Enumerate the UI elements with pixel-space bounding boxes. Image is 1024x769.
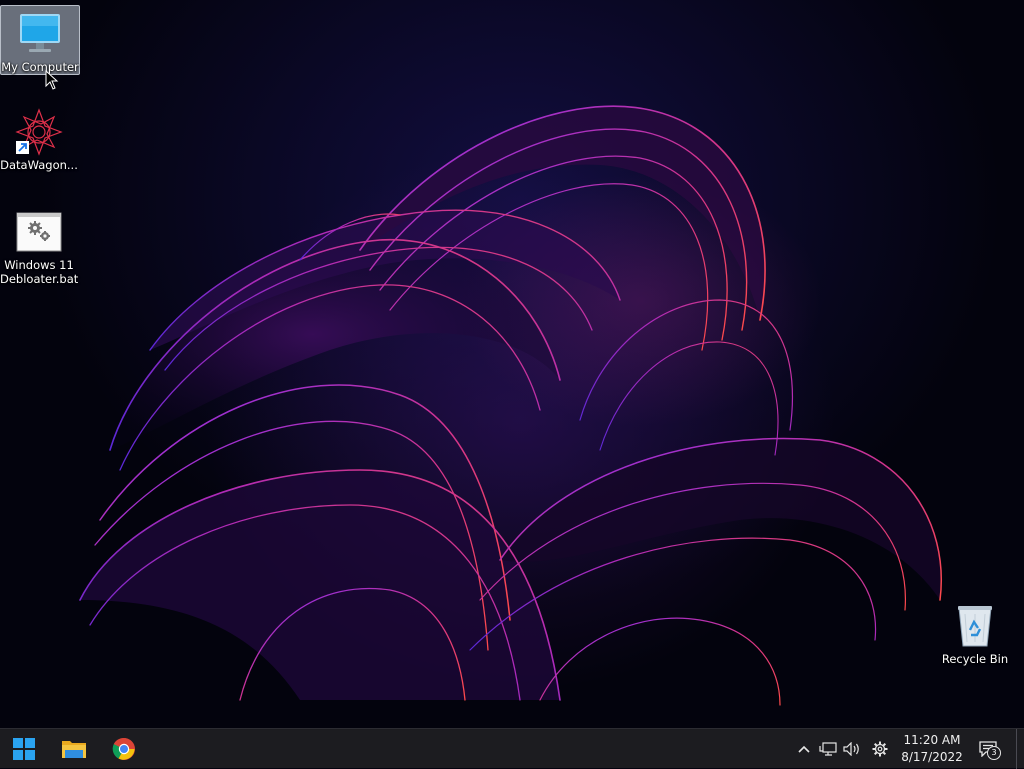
desktop-background[interactable]: My Computer DataWagon... Windows 11 Debl…: [0, 0, 1024, 728]
chevron-up-icon: [798, 745, 810, 753]
clock-date: 8/17/2022: [901, 750, 963, 764]
desktop-icon-label: Windows 11 Debloater.bat: [0, 258, 79, 286]
taskbar: 11:20 AM 8/17/2022 3: [0, 728, 1024, 769]
volume-icon: [843, 742, 859, 756]
settings-gear-icon: [872, 741, 888, 757]
volume-button[interactable]: [841, 729, 863, 769]
network-icon: [819, 742, 837, 756]
monitor-icon: [16, 10, 64, 58]
mouse-cursor-icon: [45, 70, 59, 90]
desktop-icon-datawagon[interactable]: DataWagon...: [0, 104, 78, 172]
show-hidden-icons-button[interactable]: [794, 729, 814, 769]
batch-file-icon: [15, 208, 63, 256]
desktop-icon-label: My Computer: [1, 60, 79, 74]
network-button[interactable]: [817, 729, 839, 769]
settings-button[interactable]: [869, 729, 891, 769]
windows-logo-icon: [13, 738, 35, 760]
desktop-icon-label: Recycle Bin: [941, 652, 1009, 666]
start-button[interactable]: [2, 729, 46, 769]
folder-icon: [62, 741, 86, 758]
recycle-bin-icon: [951, 602, 999, 650]
show-desktop-button[interactable]: [1016, 729, 1024, 769]
taskbar-clock[interactable]: 11:20 AM 8/17/2022: [894, 732, 970, 766]
notification-count-badge: 3: [987, 746, 1001, 760]
chrome-icon: [112, 737, 135, 760]
file-explorer-button[interactable]: [52, 729, 96, 769]
desktop-icon-my-computer[interactable]: My Computer: [0, 5, 80, 75]
datawagon-shortcut-icon: [15, 108, 63, 156]
chrome-button[interactable]: [102, 729, 146, 769]
wallpaper-bloom: [79, 105, 942, 706]
desktop-icon-label: DataWagon...: [0, 158, 78, 172]
desktop-icon-recycle-bin[interactable]: Recycle Bin: [936, 598, 1014, 666]
notification-center-button[interactable]: 3: [976, 729, 1001, 769]
clock-time: 11:20 AM: [903, 733, 961, 747]
desktop-icon-debloater-bat[interactable]: Windows 11 Debloater.bat: [0, 204, 78, 286]
